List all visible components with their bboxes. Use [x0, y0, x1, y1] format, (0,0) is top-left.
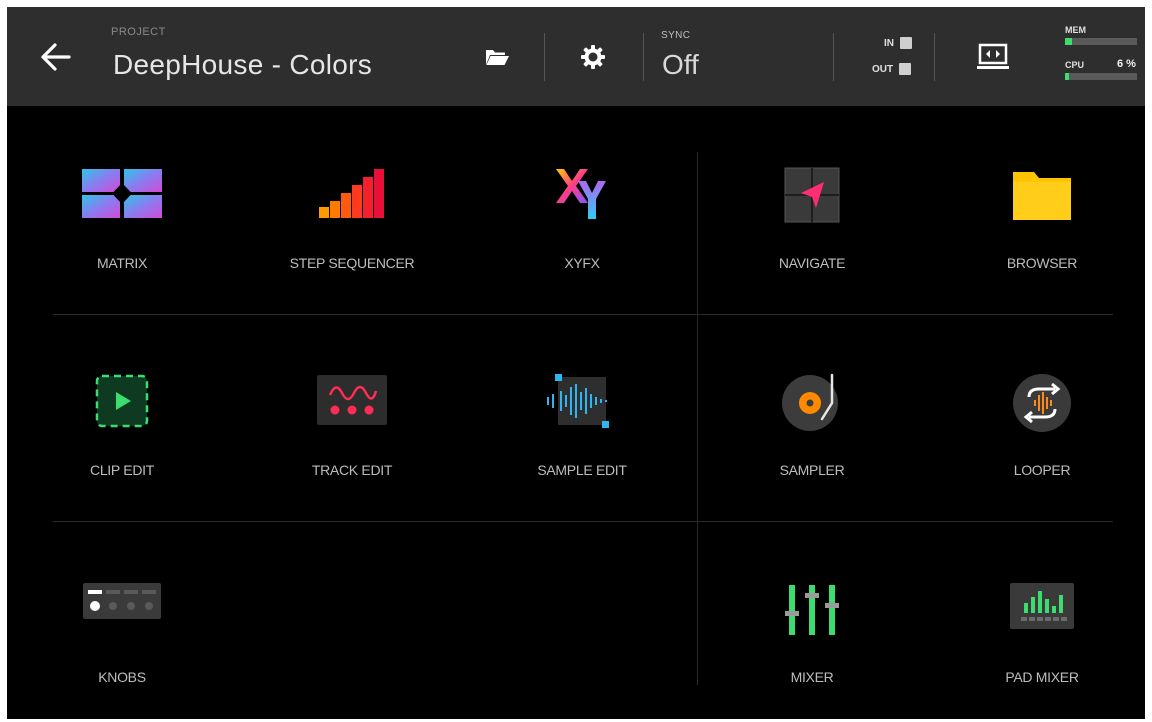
looper-icon [1012, 373, 1072, 433]
app-window: PROJECT DeepHouse - Colors SYNC Off IN O… [7, 7, 1145, 719]
sampler-tile[interactable]: SAMPLER [712, 373, 912, 523]
tile-label: SAMPLE EDIT [537, 462, 627, 478]
knobs-icon [82, 581, 162, 621]
sample-edit-icon [542, 373, 622, 429]
out-label: OUT [872, 63, 894, 75]
folder-icon [1012, 167, 1072, 221]
monitor-icon [977, 43, 1009, 69]
mem-meter-fill [1065, 38, 1073, 45]
mem-meter [1065, 38, 1137, 45]
mixer-tile[interactable]: MIXER [712, 581, 912, 719]
step-sequencer-tile[interactable]: STEP SEQUENCER [252, 167, 452, 317]
clip-edit-icon [94, 373, 150, 429]
navigate-icon [784, 167, 840, 223]
open-project-button[interactable] [477, 37, 517, 77]
back-button[interactable] [35, 37, 75, 77]
sync-label: SYNC [661, 30, 691, 41]
gear-icon [581, 45, 605, 69]
turntable-icon [780, 373, 844, 433]
looper-tile[interactable]: LOOPER [942, 373, 1142, 523]
tile-label: TRACK EDIT [311, 462, 393, 478]
tile-label: PAD MIXER [1005, 669, 1079, 685]
sample-edit-tile[interactable]: SAMPLE EDIT [482, 373, 682, 523]
cpu-label: CPU [1065, 60, 1085, 70]
project-label: PROJECT [111, 26, 166, 38]
xyfx-tile[interactable]: XYFX [482, 167, 682, 317]
tile-label: NAVIGATE [778, 255, 846, 271]
output-device-button[interactable] [973, 37, 1013, 77]
in-label: IN [884, 37, 894, 49]
track-edit-icon [316, 373, 388, 427]
matrix-tile[interactable]: MATRIX [22, 167, 222, 317]
step-sequencer-icon [319, 167, 385, 219]
input-indicator[interactable]: IN [884, 37, 912, 49]
cpu-percent: 6 % [1117, 58, 1136, 70]
output-activity-box [899, 63, 912, 75]
tile-label: CLIP EDIT [90, 462, 154, 478]
browser-tile[interactable]: BROWSER [942, 167, 1142, 317]
project-name[interactable]: DeepHouse - Colors [113, 49, 372, 81]
cpu-meter-fill [1065, 73, 1070, 80]
xyfx-icon [554, 167, 610, 223]
tile-label: MIXER [790, 669, 834, 685]
tile-label: KNOBS [98, 669, 146, 685]
top-bar: PROJECT DeepHouse - Colors SYNC Off IN O… [7, 7, 1145, 106]
tile-label: XYFX [564, 255, 600, 271]
header-divider [544, 33, 545, 81]
knobs-tile[interactable]: KNOBS [22, 581, 222, 719]
tile-label: LOOPER [1013, 462, 1071, 478]
arrow-left-icon [41, 43, 71, 71]
output-indicator[interactable]: OUT [872, 63, 912, 75]
pad-mixer-tile[interactable]: PAD MIXER [942, 581, 1142, 719]
input-activity-box [900, 37, 912, 49]
grid-divider [697, 152, 698, 685]
pad-mixer-icon [1009, 581, 1075, 631]
matrix-icon [82, 167, 162, 219]
folder-open-icon [486, 50, 509, 65]
settings-button[interactable] [573, 37, 613, 77]
navigate-tile[interactable]: NAVIGATE [712, 167, 912, 317]
header-divider [934, 33, 935, 81]
tile-label: SAMPLER [779, 462, 845, 478]
header-divider [833, 33, 834, 81]
mixer-icon [782, 581, 842, 637]
track-edit-tile[interactable]: TRACK EDIT [252, 373, 452, 523]
sync-value[interactable]: Off [662, 49, 699, 81]
clip-edit-tile[interactable]: CLIP EDIT [22, 373, 222, 523]
tile-label: MATRIX [96, 255, 148, 271]
mem-label: MEM [1065, 25, 1086, 35]
tile-label: STEP SEQUENCER [289, 255, 415, 271]
cpu-meter [1065, 73, 1137, 80]
tile-label: BROWSER [1006, 255, 1078, 271]
header-divider [643, 33, 644, 81]
